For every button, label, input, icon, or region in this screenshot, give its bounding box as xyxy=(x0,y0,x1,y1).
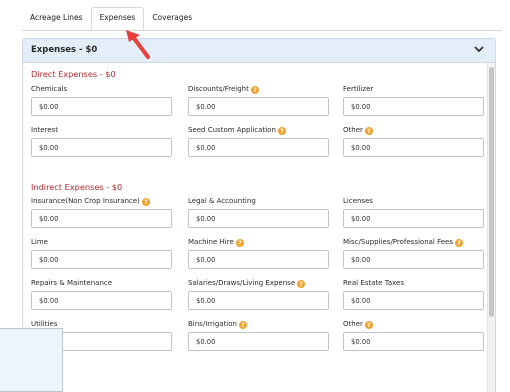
help-circle-icon[interactable]: ? xyxy=(455,239,464,247)
field-label-text: Salaries/Draws/Living Expense xyxy=(188,279,296,287)
chevron-down-icon[interactable] xyxy=(473,43,485,55)
direct-label-chemicals: Chemicals xyxy=(31,85,67,93)
red-arrow-icon xyxy=(126,30,150,59)
direct-label-fertilizer: Fertilizer xyxy=(343,85,373,93)
tab-acreage-lines[interactable]: Acreage Lines xyxy=(22,8,91,30)
help-circle-icon[interactable]: ? xyxy=(250,86,259,94)
field-label-text: Seed Custom Application xyxy=(188,126,276,134)
overlay-popup xyxy=(0,328,63,392)
indirect-input-salaries-draws-living-expense[interactable]: $0.00 xyxy=(188,291,329,310)
help-circle-icon[interactable]: ? xyxy=(277,127,286,135)
direct-input-seed-custom-application[interactable]: $0.00 xyxy=(188,138,329,157)
help-circle-icon[interactable]: ? xyxy=(141,198,150,206)
field-label-text: Insurance(Non Crop Insurance) xyxy=(31,197,140,205)
direct-input-discounts-freight[interactable]: $0.00 xyxy=(188,97,329,116)
indirect-label-lime: Lime xyxy=(31,238,48,246)
indirect-label-legal-accounting: Legal & Accounting xyxy=(188,197,256,205)
indirect-label-repairs-maintenance: Repairs & Maintenance xyxy=(31,279,112,287)
field-label-text: Bins/Irrigation xyxy=(188,320,237,328)
field-label-text: Licenses xyxy=(343,197,374,205)
indirect-input-real-estate-taxes[interactable]: $0.00 xyxy=(343,291,484,310)
direct-input-chemicals[interactable]: $0.00 xyxy=(31,97,172,116)
field-label-text: Interest xyxy=(31,126,58,134)
indirect-input-repairs-maintenance[interactable]: $0.00 xyxy=(31,291,172,310)
direct-input-interest[interactable]: $0.00 xyxy=(31,138,172,157)
field-label-text: Fertilizer xyxy=(343,85,374,93)
direct-label-seed-custom-application: Seed Custom Application? xyxy=(188,126,286,135)
indirect-label-machine-hire: Machine Hire? xyxy=(188,238,244,247)
field-label-text: Utilities xyxy=(31,320,58,328)
indirect-input-misc-supplies-professional-fees[interactable]: $0.00 xyxy=(343,250,484,269)
direct-expenses-title: Direct Expenses - $0 xyxy=(31,69,116,79)
help-circle-icon[interactable]: ? xyxy=(238,321,247,329)
scrollbar-thumb[interactable] xyxy=(489,67,494,317)
help-circle-icon[interactable]: ? xyxy=(297,280,306,288)
field-label-text: Legal & Accounting xyxy=(188,197,256,205)
field-label-text: Machine Hire xyxy=(188,238,234,246)
direct-input-fertilizer[interactable]: $0.00 xyxy=(343,97,484,116)
indirect-label-misc-supplies-professional-fees: Misc/Supplies/Professional Fees? xyxy=(343,238,464,247)
field-label-text: Lime xyxy=(31,238,48,246)
expenses-form-window: Acreage Lines Expenses Coverages Expense… xyxy=(0,0,510,392)
expenses-panel: Expenses - $0 Direct Expenses - $0 Indir… xyxy=(22,38,496,392)
help-circle-icon[interactable]: ? xyxy=(235,239,244,247)
indirect-label-utilities: Utilities xyxy=(31,320,57,328)
indirect-input-insurance-non-crop-insurance[interactable]: $0.00 xyxy=(31,209,172,228)
direct-label-other: Other? xyxy=(343,126,373,135)
field-label-text: Real Estate Taxes xyxy=(343,279,404,287)
panel-header[interactable]: Expenses - $0 xyxy=(23,39,495,63)
indirect-input-licenses[interactable]: $0.00 xyxy=(343,209,484,228)
help-circle-icon[interactable]: ? xyxy=(364,127,373,135)
indirect-expenses-title: Indirect Expenses - $0 xyxy=(31,182,123,192)
help-circle-icon[interactable]: ? xyxy=(364,321,373,329)
field-label-text: Chemicals xyxy=(31,85,68,93)
field-label-text: Other xyxy=(343,126,363,134)
indirect-input-legal-accounting[interactable]: $0.00 xyxy=(188,209,329,228)
indirect-label-insurance-non-crop-insurance: Insurance(Non Crop Insurance)? xyxy=(31,197,150,206)
field-label-text: Discounts/Freight xyxy=(188,85,249,93)
direct-label-discounts-freight: Discounts/Freight? xyxy=(188,85,259,94)
indirect-input-machine-hire[interactable]: $0.00 xyxy=(188,250,329,269)
indirect-label-licenses: Licenses xyxy=(343,197,373,205)
panel-title: Expenses - $0 xyxy=(31,45,98,55)
indirect-label-other: Other? xyxy=(343,320,373,329)
tab-bar: Acreage Lines Expenses Coverages xyxy=(22,7,200,31)
direct-label-interest: Interest xyxy=(31,126,58,134)
indirect-label-salaries-draws-living-expense: Salaries/Draws/Living Expense? xyxy=(188,279,306,288)
field-label-text: Repairs & Maintenance xyxy=(31,279,113,287)
indirect-label-real-estate-taxes: Real Estate Taxes xyxy=(343,279,404,287)
indirect-label-bins-irrigation: Bins/Irrigation? xyxy=(188,320,247,329)
direct-input-other[interactable]: $0.00 xyxy=(343,138,484,157)
tab-divider xyxy=(22,30,502,31)
indirect-input-lime[interactable]: $0.00 xyxy=(31,250,172,269)
field-label-text: Misc/Supplies/Professional Fees xyxy=(343,238,454,246)
indirect-input-bins-irrigation[interactable]: $0.00 xyxy=(188,332,329,351)
indirect-input-other[interactable]: $0.00 xyxy=(343,332,484,351)
field-label-text: Other xyxy=(343,320,363,328)
